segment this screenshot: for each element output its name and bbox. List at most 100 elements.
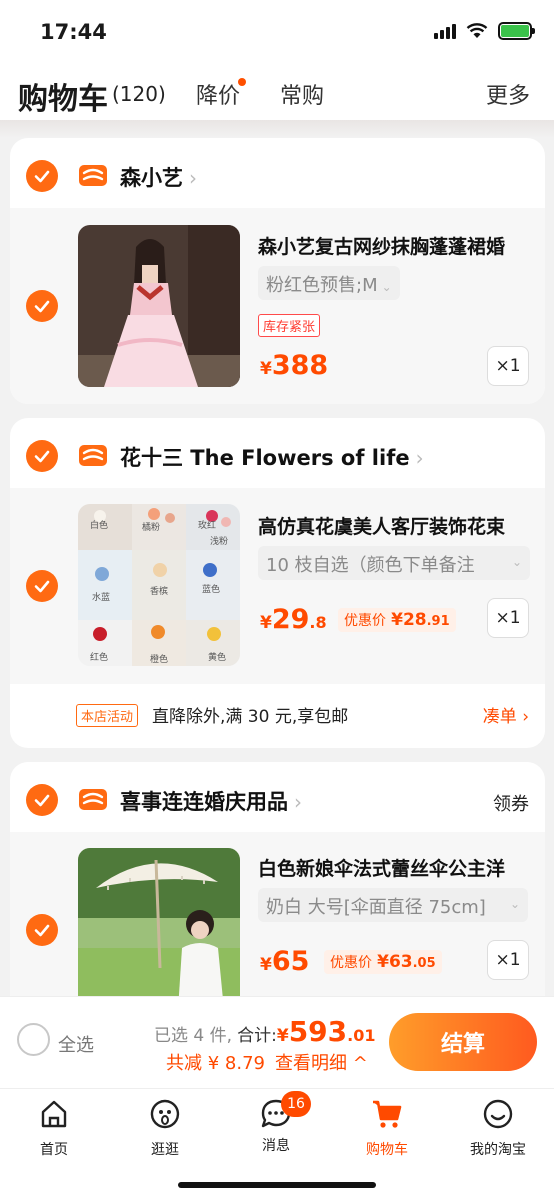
quantity-stepper[interactable]: ×1 (487, 940, 529, 980)
product-title[interactable]: 森小艺复古网纱抹胸蓬蓬裙婚 (258, 232, 505, 259)
check-icon (34, 170, 50, 183)
store-checkbox[interactable] (26, 784, 58, 816)
svg-text:黄色: 黄色 (208, 651, 226, 663)
chevron-down-icon: ⌄ (381, 280, 392, 294)
cart-item: 白色新娘伞法式蕾丝伞公主洋 奶白 大号[伞面直径 75cm] ⌄ ¥65 优惠价 … (10, 832, 545, 1012)
product-image[interactable] (78, 225, 240, 387)
chevron-down-icon: ⌄ (511, 555, 522, 569)
check-icon (34, 794, 50, 807)
svg-text:橘粉: 橘粉 (142, 521, 160, 533)
savings-line[interactable]: 共减 ¥ 8.79 查看明细 ^ (166, 1049, 368, 1075)
select-all-label[interactable]: 全选 (58, 1031, 94, 1057)
product-image[interactable]: 白色 橘粉 玫红 浅粉 水蓝 香槟 蓝色 红色 橙色 黄色 (78, 504, 240, 666)
check-icon (34, 924, 50, 937)
cart-item: 森小艺复古网纱抹胸蓬蓬裙婚 粉红色预售;M ⌄ 库存紧张 ¥388 ×1 (10, 208, 545, 404)
store-card-senxiaoyi: 森小艺› 森小艺复古网纱抹胸蓬蓬裙婚 粉红色预售;M⌄ 库存紧张 ¥388 (10, 138, 545, 404)
svg-text:玫红: 玫红 (198, 519, 216, 531)
home-icon (41, 1100, 67, 1128)
tab-cart[interactable]: 购物车 (337, 1097, 437, 1159)
chevron-right-icon: › (415, 446, 424, 470)
message-count-badge: 16 (281, 1091, 311, 1117)
item-price: ¥65 (260, 946, 310, 977)
store-checkbox[interactable] (26, 160, 58, 192)
store-name[interactable]: 喜事连连婚庆用品 › (120, 786, 302, 816)
cellular-signal-icon (434, 23, 456, 39)
product-image[interactable] (78, 848, 240, 1010)
activity-badge: 本店活动 (76, 704, 139, 727)
store-header: 喜事连连婚庆用品 › 领券 (10, 762, 545, 832)
store-name[interactable]: 花十三 The Flowers of life › (120, 442, 424, 472)
wifi-icon (466, 23, 488, 38)
stock-tag: 库存紧张 (258, 314, 321, 337)
item-price: ¥29.8 (260, 604, 327, 635)
store-icon (79, 789, 107, 810)
home-indicator (178, 1182, 376, 1188)
check-icon (34, 580, 50, 593)
cart-header: 购物车 (120) 降价 常购 更多 (0, 62, 554, 120)
tab-frequent[interactable]: 常购 (280, 78, 324, 110)
checkout-button[interactable]: 结算 (389, 1013, 537, 1071)
profile-icon (483, 1099, 513, 1129)
svg-text:香槟: 香槟 (150, 585, 168, 597)
store-header: 花十三 The Flowers of life › (10, 418, 545, 488)
chevron-right-icon: › (189, 166, 197, 190)
status-time: 17:44 (40, 20, 107, 44)
tab-messages[interactable]: 16 消息 (226, 1091, 326, 1155)
chevron-right-icon: › (522, 707, 529, 727)
svg-text:红色: 红色 (90, 651, 108, 663)
battery-icon (498, 22, 535, 40)
store-card-flowers: 花十三 The Flowers of life › 白色 橘粉 玫红 浅粉 水蓝… (10, 418, 545, 748)
promo-price: 优惠价 ¥28.91 (338, 608, 456, 632)
chevron-right-icon: › (294, 790, 302, 814)
bottom-tab-bar: 首页 逛逛 16 消息 购物车 我的淘宝 (0, 1088, 554, 1200)
chevron-up-icon: ^ (352, 1053, 368, 1074)
sku-selector[interactable]: 10 枝自选（颜色下单备注 ⌄ (258, 546, 530, 580)
item-checkbox[interactable] (26, 570, 58, 602)
cart-count: (120) (112, 82, 166, 106)
cart-item: 白色 橘粉 玫红 浅粉 水蓝 香槟 蓝色 红色 橙色 黄色 高仿真花虞美人客厅装… (10, 488, 545, 684)
tab-price-drop-label: 降价 (196, 84, 241, 109)
check-icon (34, 450, 50, 463)
check-icon (34, 300, 50, 313)
activity-text: 直降除外,满 30 元,享包邮 (152, 707, 349, 727)
store-name[interactable]: 森小艺 › (120, 162, 197, 192)
store-activity: 本店活动 直降除外,满 30 元,享包邮 凑单 › (10, 684, 545, 746)
svg-text:蓝色: 蓝色 (202, 583, 220, 595)
product-title[interactable]: 白色新娘伞法式蕾丝伞公主洋 (258, 854, 505, 881)
store-header: 森小艺 › (10, 138, 545, 208)
sku-selector[interactable]: 奶白 大号[伞面直径 75cm] ⌄ (258, 888, 528, 922)
checkout-bar: 全选 已选 4 件, 合计:¥593.01 共减 ¥ 8.79 查看明细 ^ 结算 (0, 996, 554, 1088)
cart-icon (373, 1100, 402, 1128)
sku-selector[interactable]: 粉红色预售;M ⌄ (258, 266, 400, 300)
tab-home[interactable]: 首页 (4, 1097, 104, 1159)
svg-text:白色: 白色 (90, 519, 108, 531)
product-title[interactable]: 高仿真花虞美人客厅装饰花束 (258, 512, 505, 539)
more-button[interactable]: 更多 (486, 78, 530, 110)
status-bar: 17:44 (0, 0, 554, 62)
store-icon (79, 445, 107, 466)
coupon-button[interactable]: 领券 (493, 790, 529, 816)
store-card-wedding: 喜事连连婚庆用品 › 领券 白色新娘伞法式蕾丝伞公主洋 奶白 大号[伞面直径 75… (10, 762, 545, 1012)
notification-dot (238, 78, 247, 86)
item-price: ¥388 (260, 350, 329, 381)
item-checkbox[interactable] (26, 914, 58, 946)
tab-price-drop[interactable]: 降价 (196, 78, 247, 110)
header-divider (0, 120, 554, 138)
store-icon (79, 165, 107, 186)
quantity-stepper[interactable]: ×1 (487, 346, 529, 386)
promo-price: 优惠价 ¥63.05 (324, 950, 442, 974)
quantity-stepper[interactable]: ×1 (487, 598, 529, 638)
browse-icon (150, 1099, 180, 1129)
svg-text:浅粉: 浅粉 (210, 535, 228, 547)
select-all-checkbox[interactable] (17, 1023, 50, 1056)
item-checkbox[interactable] (26, 290, 58, 322)
tab-browse[interactable]: 逛逛 (115, 1097, 215, 1159)
svg-text:橙色: 橙色 (150, 653, 168, 665)
store-checkbox[interactable] (26, 440, 58, 472)
add-on-link[interactable]: 凑单 › (483, 702, 529, 727)
tab-profile[interactable]: 我的淘宝 (448, 1097, 548, 1159)
total-summary: 已选 4 件, 合计:¥593.01 (154, 1015, 376, 1048)
chevron-down-icon: ⌄ (509, 897, 520, 911)
page-title: 购物车 (18, 82, 108, 117)
status-icons (434, 22, 535, 40)
